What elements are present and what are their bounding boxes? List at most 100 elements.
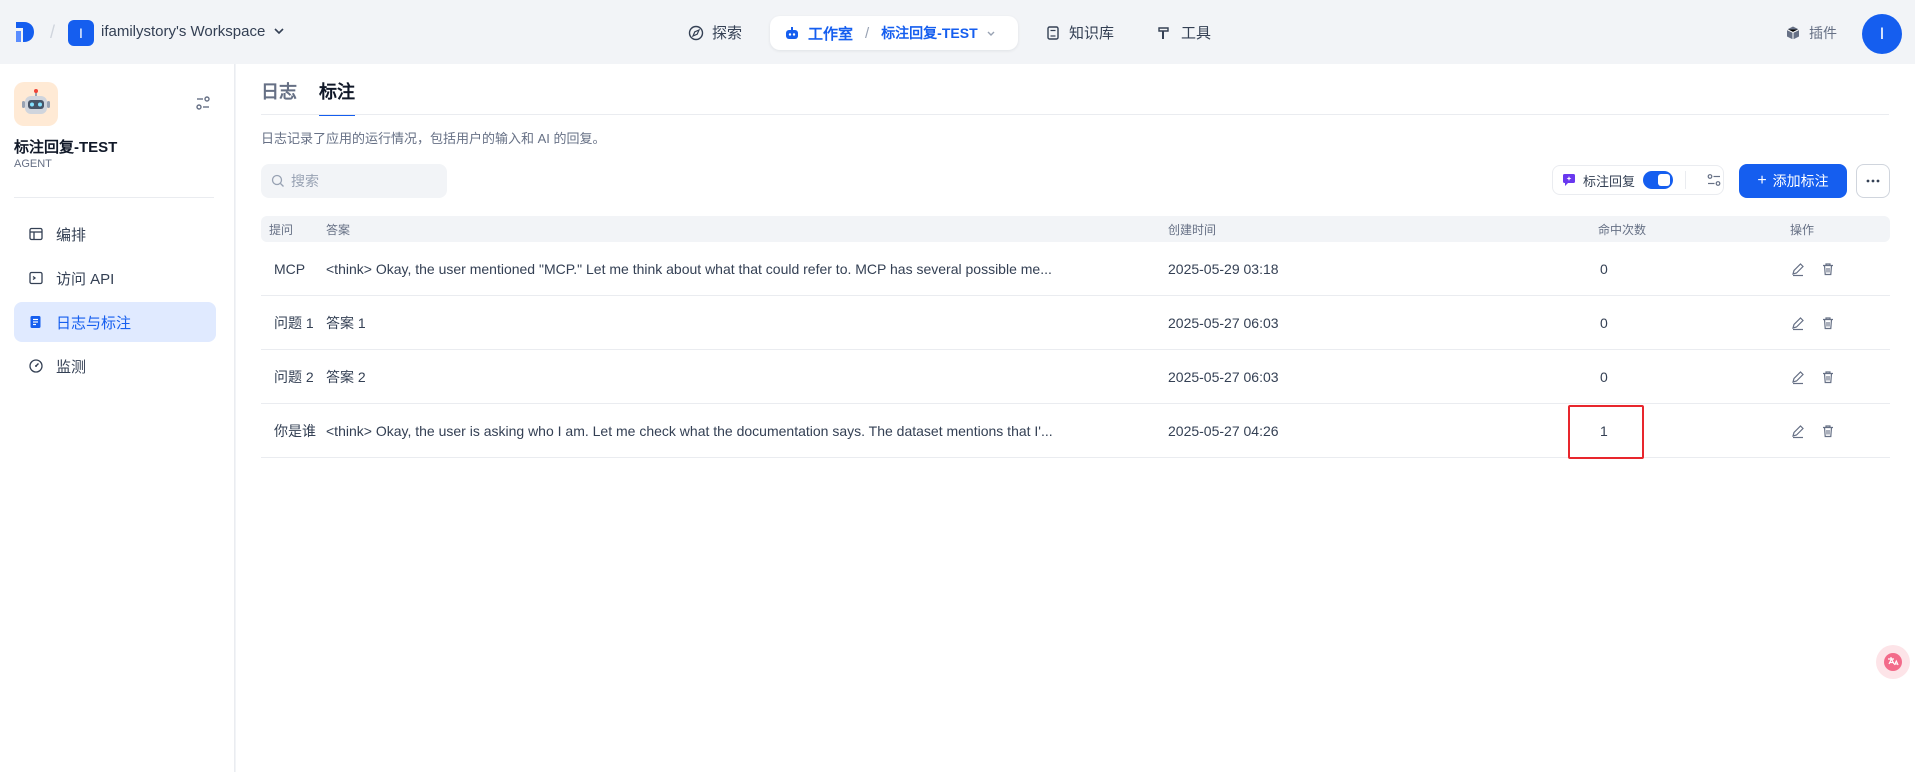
app-type: AGENT (14, 158, 52, 170)
add-annotation-button[interactable]: + 添加标注 (1739, 164, 1847, 198)
cell-answer: 答案 2 (326, 368, 366, 385)
sidebar-item-orchestrate[interactable]: 编排 (14, 214, 216, 254)
cell-hits: 0 (1600, 368, 1608, 385)
edit-icon[interactable] (1790, 369, 1806, 385)
nav-explore-label: 探索 (712, 25, 743, 42)
more-horizontal-icon (1866, 179, 1880, 183)
book-icon (1047, 25, 1059, 40)
tab-bar: 日志 标注 (261, 78, 355, 116)
cell-answer: 答案 1 (326, 314, 366, 331)
cell-hits: 0 (1600, 260, 1608, 277)
app-name: 标注回复-TEST (14, 139, 118, 156)
robot-icon (22, 89, 50, 114)
sidebar: 标注回复-TEST AGENT 编排 访问 API 日志与标注 监测 (0, 64, 235, 772)
sidebar-item-label: 编排 (56, 226, 87, 244)
header-created: 创建时间 (1168, 222, 1217, 237)
table-row[interactable]: 你是谁 <think> Okay, the user is asking who… (261, 404, 1890, 458)
settings-icon[interactable] (1706, 172, 1722, 188)
nav-explore[interactable]: 探索 (688, 22, 742, 43)
header-answer: 答案 (326, 222, 351, 237)
search-icon (271, 174, 284, 187)
annotations-table: 提问 答案 创建时间 命中次数 操作 MCP <think> Okay, the… (261, 216, 1890, 458)
cell-actions (1790, 261, 1880, 277)
annotation-reply-toggle[interactable] (1643, 171, 1674, 189)
trash-icon[interactable] (1820, 261, 1836, 277)
sidebar-settings-icon[interactable] (194, 94, 212, 112)
robot-icon (786, 27, 798, 39)
nav-studio[interactable]: 工作室 / 标注回复-TEST (770, 16, 1018, 50)
tab-annotations[interactable]: 标注 (319, 78, 355, 116)
cell-created: 2025-05-29 03:18 (1168, 260, 1279, 277)
sidebar-item-label: 监测 (56, 358, 87, 376)
breadcrumb-separator: / (50, 22, 56, 42)
plugins-button[interactable]: 插件 (1785, 23, 1837, 43)
app-icon (14, 82, 58, 126)
nav-tools-label: 工具 (1181, 25, 1212, 42)
cell-hits: 0 (1600, 314, 1608, 331)
table-row[interactable]: MCP <think> Okay, the user mentioned "MC… (261, 242, 1890, 296)
cell-actions (1790, 315, 1880, 331)
terminal-icon (29, 271, 43, 285)
table-header: 提问 答案 创建时间 命中次数 操作 (261, 216, 1890, 242)
edit-icon[interactable] (1790, 261, 1806, 277)
divider (261, 114, 1889, 115)
nav-studio-label: 工作室 (808, 25, 854, 43)
nav-tools[interactable]: 工具 (1157, 22, 1211, 43)
table-row[interactable]: 问题 1 答案 1 2025-05-27 06:03 0 (261, 296, 1890, 350)
sidebar-item-monitor[interactable]: 监测 (14, 346, 216, 386)
annotation-reply-label: 标注回复 (1583, 173, 1636, 189)
translate-badge[interactable] (1876, 645, 1910, 679)
cell-question: MCP (274, 260, 306, 277)
more-options-button[interactable] (1856, 164, 1890, 198)
header-actions: 操作 (1790, 222, 1815, 237)
user-avatar[interactable]: I (1862, 14, 1902, 54)
cell-question: 问题 1 (274, 314, 314, 331)
chevron-down-icon[interactable] (986, 28, 996, 38)
search-box[interactable] (261, 164, 447, 198)
message-icon (1563, 174, 1575, 186)
workspace-avatar[interactable]: I (68, 20, 94, 46)
plus-icon: + (1757, 172, 1767, 189)
search-input[interactable] (291, 173, 441, 189)
logo-icon[interactable] (14, 20, 36, 44)
annotation-reply-control: 标注回复 (1552, 165, 1724, 195)
sidebar-item-api[interactable]: 访问 API (14, 258, 216, 298)
layout-icon (29, 227, 43, 241)
edit-icon[interactable] (1790, 315, 1806, 331)
add-annotation-label: 添加标注 (1772, 173, 1829, 189)
header-hits: 命中次数 (1598, 222, 1647, 237)
cell-answer: <think> Okay, the user mentioned "MCP." … (326, 260, 1052, 277)
cell-question: 你是谁 (274, 422, 316, 439)
sidebar-item-logs[interactable]: 日志与标注 (14, 302, 216, 342)
cell-actions (1790, 423, 1880, 439)
page-description: 日志记录了应用的运行情况，包括用户的输入和 AI 的回复。 (261, 131, 606, 146)
sidebar-item-label: 日志与标注 (56, 314, 132, 332)
highlight-box (1568, 405, 1644, 459)
trash-icon[interactable] (1820, 315, 1836, 331)
trash-icon[interactable] (1820, 369, 1836, 385)
tab-logs[interactable]: 日志 (261, 78, 297, 116)
cell-question: 问题 2 (274, 368, 314, 385)
cell-created: 2025-05-27 04:26 (1168, 422, 1279, 439)
cell-created: 2025-05-27 06:03 (1168, 314, 1279, 331)
cell-created: 2025-05-27 06:03 (1168, 368, 1279, 385)
divider (14, 197, 214, 198)
trash-icon[interactable] (1820, 423, 1836, 439)
edit-icon[interactable] (1790, 423, 1806, 439)
nav-knowledge-label: 知识库 (1069, 25, 1115, 42)
nav-knowledge[interactable]: 知识库 (1045, 22, 1114, 43)
chevron-down-icon[interactable] (274, 26, 284, 36)
main-panel: 日志 标注 日志记录了应用的运行情况，包括用户的输入和 AI 的回复。 标注回复… (236, 64, 1915, 772)
sidebar-item-label: 访问 API (56, 270, 115, 288)
top-bar: / I ifamilystory's Workspace 探索 工作室 / 标注… (0, 0, 1915, 64)
cell-actions (1790, 369, 1880, 385)
current-app-name[interactable]: 标注回复-TEST (881, 23, 977, 43)
plugins-label: 插件 (1809, 25, 1837, 41)
translate-icon (1884, 653, 1902, 671)
breadcrumb-separator: / (865, 24, 870, 42)
compass-icon (688, 25, 704, 40)
document-icon (30, 316, 41, 328)
hammer-icon (1158, 26, 1169, 39)
workspace-name[interactable]: ifamilystory's Workspace (101, 23, 265, 40)
table-row[interactable]: 问题 2 答案 2 2025-05-27 06:03 0 (261, 350, 1890, 404)
